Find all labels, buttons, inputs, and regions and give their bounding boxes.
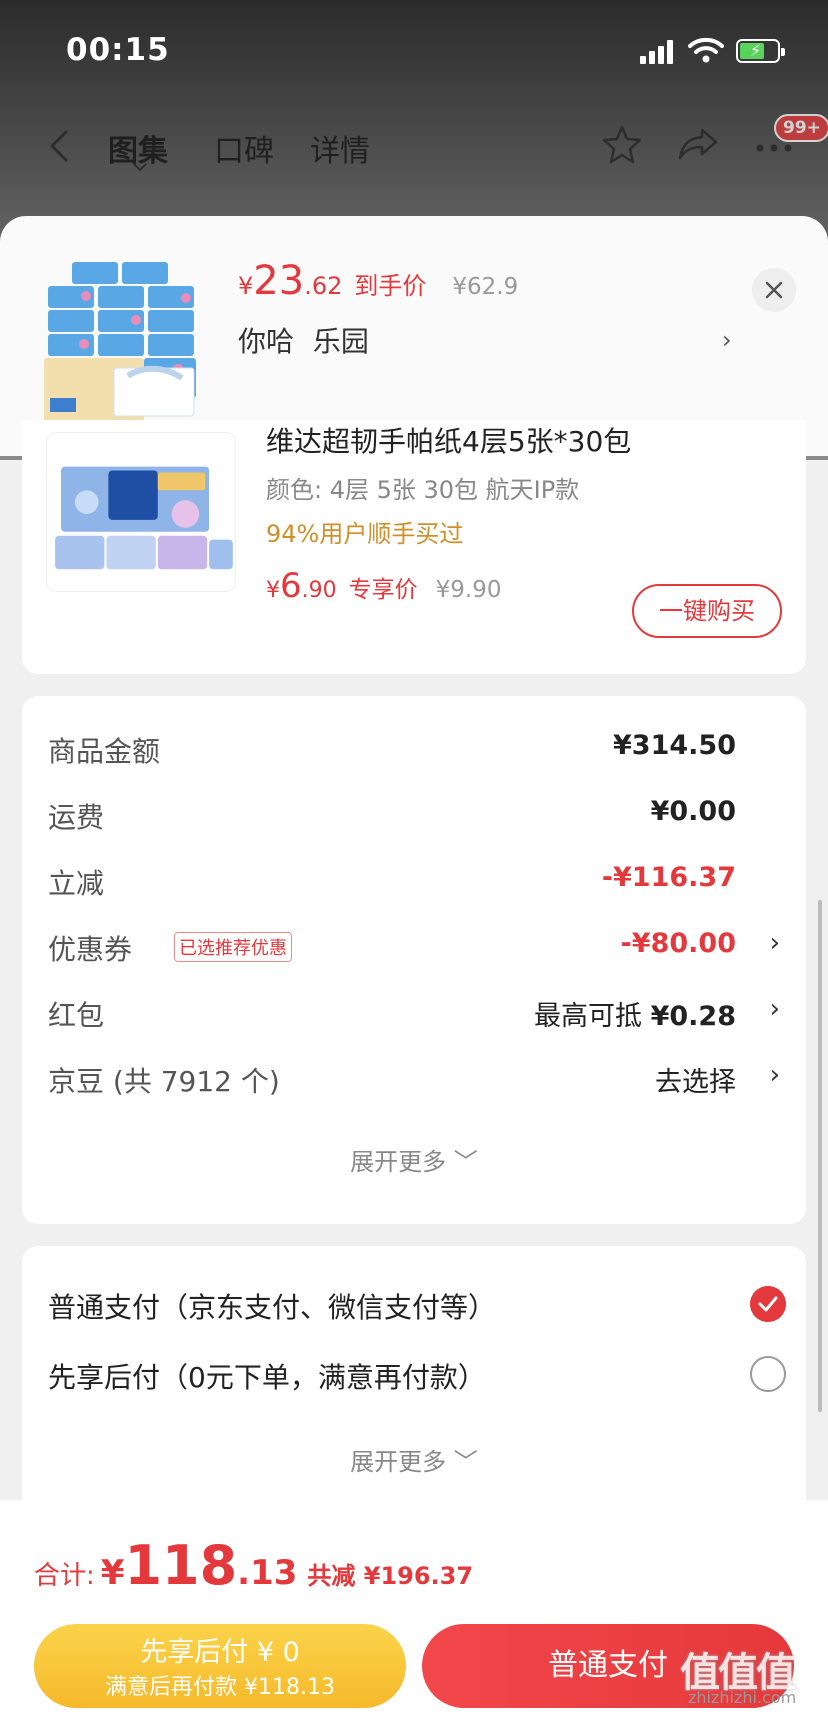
price-symbol: ¥ xyxy=(238,272,254,300)
summary-row-redpacket[interactable]: 红包 最高可抵 ¥0.28 › xyxy=(48,994,788,1034)
one-click-buy-button[interactable]: 一键购买 xyxy=(632,584,782,638)
price-decimal: .90 xyxy=(301,578,337,603)
chevron-right-icon[interactable]: › xyxy=(770,928,780,958)
chevron-right-icon[interactable]: › xyxy=(770,994,780,1024)
close-icon[interactable] xyxy=(752,268,796,312)
summary-value: -¥116.37 xyxy=(601,862,736,893)
payment-option-normal[interactable]: 普通支付（京东支付、微信支付等） xyxy=(48,1286,788,1330)
summary-row-jingdou[interactable]: 京豆 (共 7912 个) 去选择 › xyxy=(48,1060,788,1100)
price-decimal: .62 xyxy=(304,272,343,300)
status-bar: 00:15 ⚡ xyxy=(0,0,828,100)
notification-badge: 99+ xyxy=(774,114,828,142)
order-summary-card: 商品金额 ¥314.50 运费 ¥0.00 立减 -¥116.37 优惠券 已选… xyxy=(22,696,806,1224)
total-savings: 共减 ¥196.37 xyxy=(307,1562,474,1590)
summary-value: -¥80.00 xyxy=(620,928,736,959)
tab-indicator-icon xyxy=(133,163,147,172)
coupon-tag: 已选推荐优惠 xyxy=(174,932,292,962)
recommend-tagline: 94%用户顺手买过 xyxy=(266,520,464,548)
checked-radio-icon[interactable] xyxy=(750,1286,786,1322)
recommend-product-image[interactable] xyxy=(46,432,236,592)
summary-value: ¥314.50 xyxy=(613,730,736,761)
battery-icon: ⚡ xyxy=(736,39,785,63)
chevron-right-icon[interactable]: › xyxy=(722,326,732,354)
payment-label: 先享后付（0元下单，满意再付款） xyxy=(48,1361,486,1394)
payment-method-card: 普通支付（京东支付、微信支付等） 先享后付（0元下单，满意再付款） 展开更多 ﹀ xyxy=(22,1246,806,1516)
shop-name[interactable]: 你哈 乐园 xyxy=(238,320,369,360)
original-price: ¥9.90 xyxy=(435,577,502,603)
scrollbar[interactable] xyxy=(818,900,822,1412)
star-icon[interactable] xyxy=(600,122,644,166)
summary-label: 红包 xyxy=(48,999,105,1032)
pay-later-button[interactable]: 先享后付 ¥ 0 满意后再付款 ¥118.13 xyxy=(34,1624,406,1708)
status-time: 00:15 xyxy=(66,32,170,68)
recommend-title[interactable]: 维达超韧手帕纸4层5张*30包 xyxy=(266,420,631,460)
total-integer: 118 xyxy=(124,1534,238,1597)
summary-row-discount: 立减 -¥116.37 xyxy=(48,862,788,902)
price-integer: 23 xyxy=(253,258,305,304)
recommend-spec: 颜色: 4层 5张 30包 航天IP款 xyxy=(266,476,580,504)
top-nav: 图集 口碑 详情 99+ xyxy=(0,110,828,190)
summary-value: 最高可抵 ¥0.28 xyxy=(534,994,736,1033)
back-icon[interactable] xyxy=(40,126,80,166)
payment-label: 普通支付（京东支付、微信支付等） xyxy=(48,1291,497,1324)
summary-row-shipping: 运费 ¥0.00 xyxy=(48,796,788,836)
summary-row-goods: 商品金额 ¥314.50 xyxy=(48,730,788,770)
total-amount: 合计: ¥ 118 .13 共减 ¥196.37 xyxy=(34,1534,473,1597)
checkout-bar: 合计: ¥ 118 .13 共减 ¥196.37 先享后付 ¥ 0 满意后再付款… xyxy=(0,1500,828,1720)
price-label: 到手价 xyxy=(354,272,427,300)
product-thumbnail[interactable] xyxy=(44,258,212,428)
total-symbol: ¥ xyxy=(100,1553,125,1593)
summary-label: 京豆 (共 7912 个) xyxy=(48,1065,280,1098)
final-price: ¥ 23 .62 到手价 ¥62.9 xyxy=(238,258,518,310)
tab-reviews[interactable]: 口碑 xyxy=(214,126,274,170)
summary-value: 去选择 xyxy=(655,1067,736,1098)
chevron-right-icon[interactable]: › xyxy=(770,1060,780,1090)
expand-more-button[interactable]: 展开更多 ﹀ xyxy=(22,1442,806,1477)
summary-label: 运费 xyxy=(48,801,105,834)
wifi-icon xyxy=(688,37,724,63)
total-decimal: .13 xyxy=(237,1553,298,1593)
recommend-price: ¥ 6 .90 专享价 ¥9.90 xyxy=(266,566,502,606)
pay-later-subtitle: 满意后再付款 ¥118.13 xyxy=(105,1675,335,1700)
expand-more-button[interactable]: 展开更多 ﹀ xyxy=(22,1142,806,1177)
original-price: ¥62.9 xyxy=(452,274,519,300)
total-label: 合计: xyxy=(34,1561,95,1591)
price-label: 专享价 xyxy=(348,577,418,603)
cellular-signal-icon xyxy=(640,40,676,64)
price-integer: 6 xyxy=(280,566,302,606)
payment-option-later[interactable]: 先享后付（0元下单，满意再付款） xyxy=(48,1356,788,1400)
summary-label: 优惠券 xyxy=(48,933,133,966)
share-icon[interactable] xyxy=(676,122,720,166)
price-symbol: ¥ xyxy=(266,578,280,603)
unchecked-radio-icon[interactable] xyxy=(750,1356,786,1392)
tab-details[interactable]: 详情 xyxy=(310,126,370,170)
value-prefix: 最高可抵 xyxy=(534,1001,642,1032)
summary-label: 立减 xyxy=(48,867,105,900)
pay-later-title: 先享后付 ¥ 0 xyxy=(140,1637,300,1668)
summary-row-coupon[interactable]: 优惠券 已选推荐优惠 -¥80.00 › xyxy=(48,928,788,968)
value-amount: ¥0.28 xyxy=(650,1001,736,1032)
recommend-card: 维达超韧手帕纸4层5张*30包 颜色: 4层 5张 30包 航天IP款 94%用… xyxy=(22,420,806,674)
summary-label: 商品金额 xyxy=(48,735,161,768)
summary-value: ¥0.00 xyxy=(650,796,736,827)
watermark-url: zhizhizhi.com xyxy=(688,1688,797,1707)
